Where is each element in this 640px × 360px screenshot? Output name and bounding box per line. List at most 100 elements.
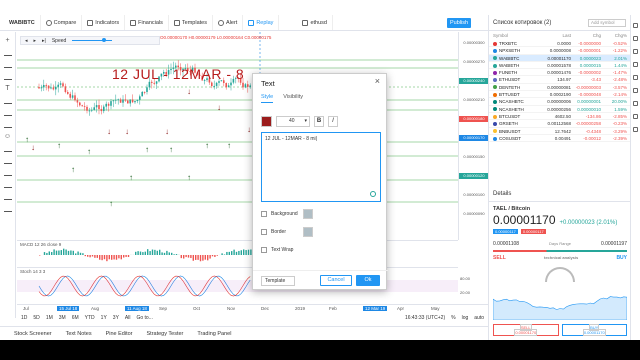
financials-button[interactable]: Financials xyxy=(125,15,169,30)
magnet-icon[interactable] xyxy=(3,170,12,176)
symbol-search[interactable]: WABIBTC xyxy=(4,15,41,30)
candlestick-chart[interactable]: ↑↑↑↑↑↑↑ ↑↑↑ ↑↓↓ ↓ ↓↓↓↓ xyxy=(17,32,458,240)
pattern-icon[interactable] xyxy=(3,98,12,104)
mini-sell-button[interactable]: SELL 0.00001170 xyxy=(493,324,559,336)
col-symbol[interactable]: Symbol xyxy=(493,33,541,38)
indicators-button[interactable]: Indicators xyxy=(82,15,126,30)
tab-text-notes[interactable]: Text Notes xyxy=(66,331,92,337)
tab-pine-editor[interactable]: Pine Editor xyxy=(106,331,133,337)
italic-button[interactable]: I xyxy=(328,116,338,127)
streams-icon[interactable] xyxy=(633,101,638,106)
step-forward-icon[interactable]: ▸| xyxy=(42,38,46,44)
range-5d[interactable]: 5D xyxy=(33,315,39,321)
close-icon[interactable]: × xyxy=(375,77,380,86)
watchlist-row[interactable]: NCASHETH 0.00000256 0.00000010 1.59% xyxy=(489,106,630,113)
watchlist-row[interactable]: BTTUSDT 0.0002190 -0.0000048 -2.14% xyxy=(489,91,630,99)
background-checkbox[interactable] xyxy=(261,211,267,217)
brush-icon[interactable] xyxy=(3,74,12,80)
price-axis[interactable]: 0.00000300 0.00000270 0.00000240 0.00000210… xyxy=(458,32,489,240)
watchlist-row[interactable]: COSUSDT 0.00491 -0.00012 -2.39% xyxy=(489,135,630,143)
scale-option[interactable]: log xyxy=(462,315,469,321)
watchlist-row[interactable]: BTCUSDT 4602.50 -134.86 -2.85% xyxy=(489,113,630,121)
zoom-icon[interactable] xyxy=(3,158,12,164)
tab-stock-screener[interactable]: Stock Screener xyxy=(14,331,52,337)
stoch-pane[interactable]: Stoch 14 3 3 xyxy=(17,267,458,303)
border-color-swatch[interactable] xyxy=(303,227,313,237)
price-chart[interactable]: ↑ ↑ ↑ ↑ ↑ ↑ ↑ ↑ ↑ ↑ ↑ ↓ ↓ ↓ ↓ ↓ ↓ ↓ xyxy=(17,32,458,240)
tab-strategy-tester[interactable]: Strategy Tester xyxy=(147,331,184,337)
range-all[interactable]: All xyxy=(125,315,131,321)
add-symbol-input[interactable]: Add symbol xyxy=(588,18,626,27)
watchlist-icon[interactable] xyxy=(633,23,638,28)
watchlist-row[interactable]: ETHUSDT 134.97 -3.43 -2.48% xyxy=(489,76,630,84)
font-size-select[interactable]: 40 xyxy=(276,116,310,127)
replay-button[interactable]: Replay xyxy=(243,15,280,30)
watchlist-row[interactable]: NPXSETH 0.0000008 -0.0000001 -1.22% xyxy=(489,47,630,55)
trendline-icon[interactable] xyxy=(3,50,12,56)
ok-button[interactable]: Ok xyxy=(356,275,380,286)
trash-icon[interactable] xyxy=(3,206,12,212)
watchlist-row[interactable]: GRSETH 0.00112568 -0.00000258 -0.23% xyxy=(489,120,630,128)
text-tool-icon[interactable]: T xyxy=(4,85,12,92)
layout-selector[interactable]: ethusd xyxy=(297,15,333,30)
data-window-icon[interactable] xyxy=(633,49,638,54)
scale-option[interactable]: auto xyxy=(474,315,484,321)
range-1m[interactable]: 1M xyxy=(46,315,53,321)
speed-slider[interactable] xyxy=(72,38,113,42)
watchlist-row[interactable]: NCASHBTC 0.00000006 0.00000001 20.00% xyxy=(489,98,630,106)
technical-label[interactable]: technical analysis xyxy=(544,255,578,261)
crosshair-icon[interactable]: + xyxy=(4,37,12,44)
compare-button[interactable]: Compare xyxy=(41,15,83,30)
alert-button[interactable]: Alert xyxy=(213,15,244,30)
text-wrap-checkbox[interactable] xyxy=(261,247,267,253)
col-last[interactable]: Last xyxy=(541,33,571,38)
mini-buy-button[interactable]: BUY 0.00001170 xyxy=(561,324,627,336)
range-1d[interactable]: 1D xyxy=(21,315,27,321)
goto-button[interactable]: Go to... xyxy=(136,315,152,321)
watchlist-row[interactable]: FUNETH 0.00001476 -0.0000002 -1.47% xyxy=(489,69,630,77)
tab-style[interactable]: Style xyxy=(261,94,274,103)
clock[interactable]: 16:43:33 (UTC+2) xyxy=(405,315,445,321)
watchlist-title[interactable]: Список котировок (2) xyxy=(493,20,551,26)
eye-icon[interactable] xyxy=(3,194,12,200)
watchlist-row[interactable]: BNBUSDT 12.7642 -0.4348 -3.29% xyxy=(489,128,630,135)
notifications-icon[interactable] xyxy=(633,127,638,132)
hotlist-icon[interactable] xyxy=(633,62,638,67)
time-axis[interactable]: Jul 15 Jul 18 Aug 11 Aug 18 Sep Oct Nov Dec 2019… xyxy=(17,304,488,312)
template-select[interactable]: Template xyxy=(261,276,295,286)
play-icon[interactable]: ▸ xyxy=(34,38,37,44)
step-back-icon[interactable]: ◂ xyxy=(25,38,28,44)
measure-icon[interactable] xyxy=(3,146,12,152)
range-ytd[interactable]: YTD xyxy=(85,315,95,321)
pitchfork-icon[interactable] xyxy=(3,62,12,68)
background-color-swatch[interactable] xyxy=(303,209,313,219)
range-3m[interactable]: 3M xyxy=(59,315,66,321)
range-3y[interactable]: 3Y xyxy=(113,315,119,321)
text-color-swatch[interactable] xyxy=(261,116,272,127)
tab-visibility[interactable]: Visibility xyxy=(283,94,303,103)
tab-trading-panel[interactable]: Trading Panel xyxy=(197,331,231,337)
cancel-button[interactable]: Cancel xyxy=(320,275,352,286)
alerts-icon[interactable] xyxy=(633,36,638,41)
chart-text-annotation[interactable]: 12 JUL - 12MAR - 8 xyxy=(112,66,244,82)
macd-pane[interactable]: MACD 12 26 close 9 xyxy=(17,240,458,266)
watchlist-row[interactable]: WABIBTC 0.00001170 0.0000023 2.01% xyxy=(489,54,630,62)
watchlist-row[interactable]: WABIETH 0.00001578 0.0000015 1.44% xyxy=(489,62,630,70)
calendar-icon[interactable] xyxy=(633,75,638,80)
ideas-icon[interactable] xyxy=(633,88,638,93)
templates-button[interactable]: Templates xyxy=(169,15,213,30)
range-6m[interactable]: 6M xyxy=(72,315,79,321)
scale-option[interactable]: % xyxy=(451,315,455,321)
lock-icon[interactable] xyxy=(3,182,12,188)
publish-button[interactable]: Publish xyxy=(447,18,471,28)
emoji-icon[interactable] xyxy=(370,191,376,197)
range-1y[interactable]: 1Y xyxy=(101,315,107,321)
watchlist-row[interactable]: TRXBTC 0.0000 -0.0000000 -0.52% xyxy=(489,40,630,48)
bold-button[interactable]: B xyxy=(314,116,324,127)
chats-icon[interactable] xyxy=(633,114,638,119)
icons-tool-icon[interactable]: ☺ xyxy=(4,133,12,140)
text-input[interactable]: 12 JUL - 12MAR - 8 mi| xyxy=(261,132,381,202)
watchlist-row[interactable]: DENTETH 0.00000081 -0.00000003 -3.57% xyxy=(489,84,630,92)
prediction-icon[interactable] xyxy=(3,110,12,116)
shapes-icon[interactable] xyxy=(3,122,12,128)
